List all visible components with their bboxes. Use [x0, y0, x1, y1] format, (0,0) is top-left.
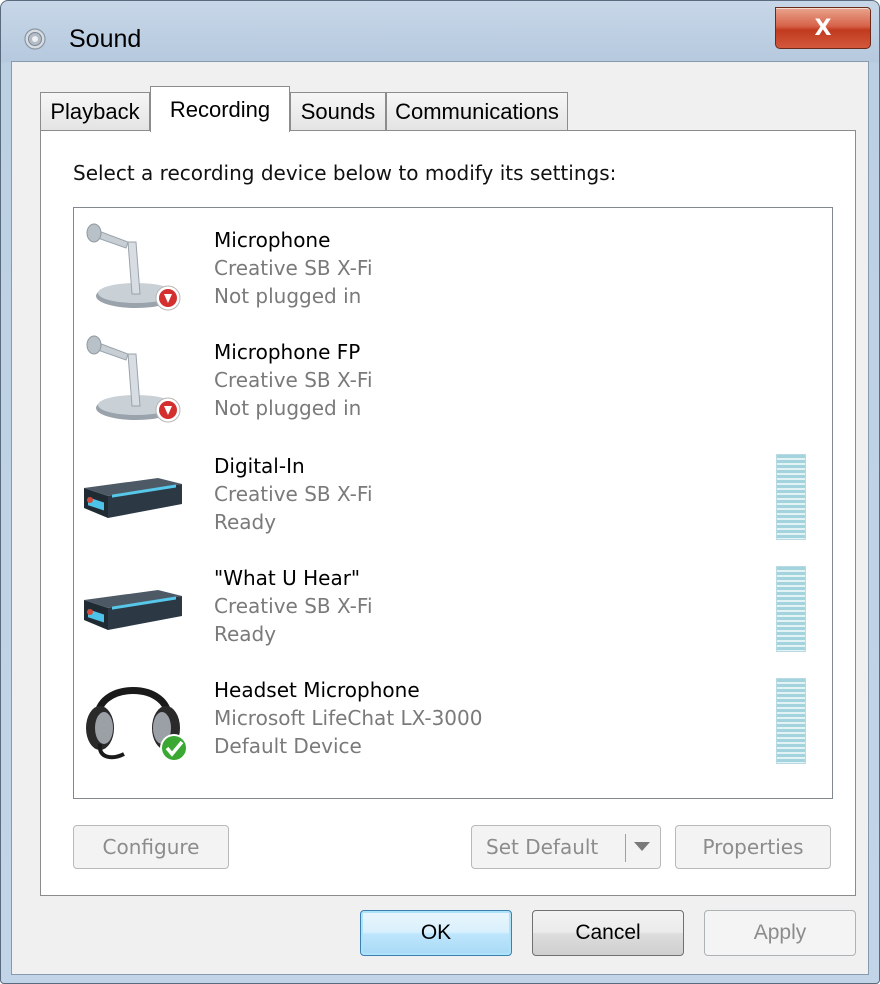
device-name: "What U Hear" — [214, 566, 361, 590]
tab-sounds[interactable]: Sounds — [290, 92, 386, 130]
device-status: Default Device — [214, 734, 362, 758]
sound-card-device-icon — [84, 590, 182, 630]
sound-dialog-window: Sound X Playback Recording Sounds Commun… — [0, 0, 880, 984]
headset-icon — [86, 687, 188, 762]
device-name: Headset Microphone — [214, 678, 420, 702]
ok-button[interactable]: OK — [360, 910, 512, 956]
configure-button[interactable]: Configure — [73, 825, 229, 869]
device-driver: Creative SB X-Fi — [214, 368, 373, 392]
device-status: Not plugged in — [214, 396, 362, 420]
split-separator — [625, 834, 626, 862]
device-name: Digital-In — [214, 454, 305, 478]
speaker-icon — [24, 28, 46, 50]
microphone-icon — [86, 223, 181, 311]
recording-tab-panel: Select a recording device below to modif… — [40, 130, 856, 896]
cancel-button[interactable]: Cancel — [532, 910, 684, 956]
window-title: Sound — [69, 25, 142, 53]
device-row-headset-microphone[interactable]: Headset Microphone Microsoft LifeChat LX… — [74, 658, 832, 770]
recording-device-list[interactable]: Microphone Creative SB X-Fi Not plugged … — [73, 207, 833, 799]
device-name: Microphone FP — [214, 340, 361, 364]
set-default-split-button[interactable]: Set Default — [471, 825, 661, 869]
device-driver: Creative SB X-Fi — [214, 482, 373, 506]
tab-communications[interactable]: Communications — [386, 92, 568, 130]
device-row-digital-in[interactable]: Digital-In Creative SB X-Fi Ready — [74, 434, 832, 546]
instruction-text: Select a recording device below to modif… — [73, 161, 617, 185]
apply-button[interactable]: Apply — [704, 910, 856, 956]
set-default-label: Set Default — [486, 835, 599, 859]
device-driver: Creative SB X-Fi — [214, 256, 373, 280]
device-status: Ready — [214, 510, 277, 534]
level-meter — [776, 454, 806, 540]
sound-card-device-icon — [84, 478, 182, 518]
device-driver: Microsoft LifeChat LX-3000 — [214, 706, 483, 730]
microphone-icon — [86, 335, 181, 423]
properties-button[interactable]: Properties — [675, 825, 831, 869]
device-name: Microphone — [214, 228, 331, 252]
device-row-microphone[interactable]: Microphone Creative SB X-Fi Not plugged … — [74, 208, 832, 320]
tab-recording[interactable]: Recording — [150, 86, 290, 132]
device-row-what-u-hear[interactable]: "What U Hear" Creative SB X-Fi Ready — [74, 546, 832, 658]
level-meter — [776, 566, 806, 652]
device-status: Not plugged in — [214, 284, 362, 308]
close-button[interactable]: X — [775, 7, 871, 49]
device-driver: Creative SB X-Fi — [214, 594, 373, 618]
level-meter — [776, 678, 806, 764]
tab-playback[interactable]: Playback — [40, 92, 150, 130]
chevron-down-icon[interactable] — [634, 842, 650, 851]
dialog-client-area: Playback Recording Sounds Communications… — [11, 61, 869, 975]
device-status: Ready — [214, 622, 277, 646]
device-row-microphone-fp[interactable]: Microphone FP Creative SB X-Fi Not plugg… — [74, 320, 832, 432]
